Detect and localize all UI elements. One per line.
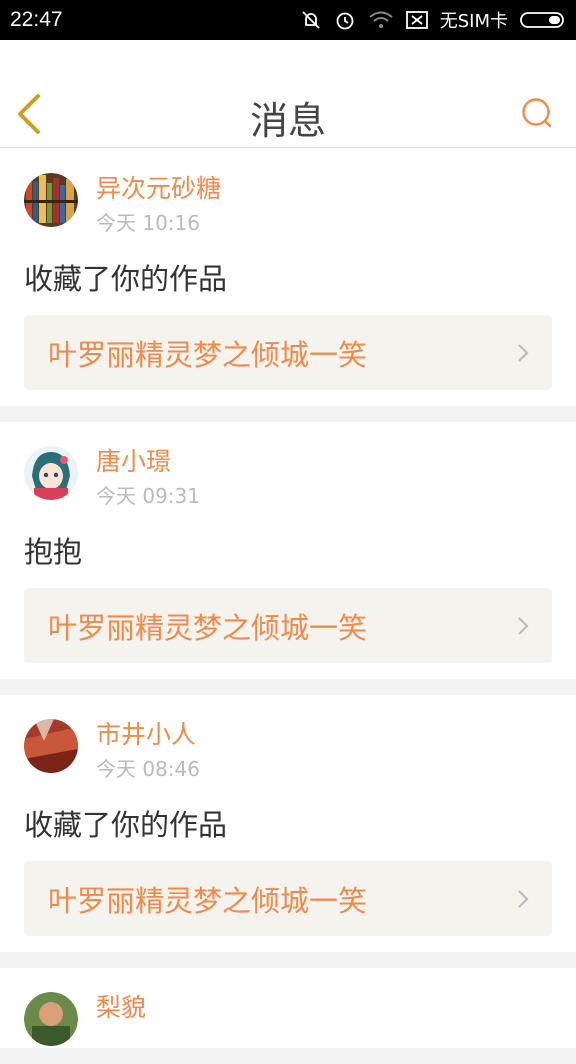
page-title: 消息 [249,99,326,143]
avatar[interactable] [24,992,78,1046]
status-bar: 22:47 无SIM卡 [0,0,576,40]
wifi-icon [369,11,393,28]
mute-bell-icon [302,11,320,29]
battery-icon [520,12,564,28]
message-list: 异次元砂糖 今天 10:16 收藏了你的作品 叶罗丽精灵梦之倾城一笑 唐小璟 今… [0,149,576,1064]
message-time: 今天 09:31 [96,484,200,508]
message-item: 市井小人 今天 08:46 收藏了你的作品 叶罗丽精灵梦之倾城一笑 [0,695,576,952]
no-sim-icon [405,11,428,29]
sender-name[interactable]: 异次元砂糖 [96,171,221,207]
sender-name[interactable]: 唐小璟 [96,444,200,480]
message-time: 今天 08:46 [96,757,200,781]
message-item: 梨貌 [0,968,576,1048]
work-title: 叶罗丽精灵梦之倾城一笑 [48,337,368,372]
sender-name[interactable]: 梨貌 [96,990,146,1026]
message-text: 抱抱 [24,535,83,569]
message-item: 唐小璟 今天 09:31 抱抱 叶罗丽精灵梦之倾城一笑 [0,422,576,679]
app-header: 消息 [0,40,576,148]
status-time: 22:47 [10,8,63,31]
message-time: 今天 10:16 [96,211,200,235]
chevron-right-icon [518,889,529,908]
chevron-right-icon [518,343,529,362]
avatar[interactable] [24,173,78,227]
work-title: 叶罗丽精灵梦之倾城一笑 [48,610,368,645]
avatar[interactable] [24,446,78,500]
chevron-right-icon [518,616,529,635]
avatar[interactable] [24,719,78,773]
message-text: 收藏了你的作品 [24,262,228,296]
work-title: 叶罗丽精灵梦之倾城一笑 [48,883,368,918]
work-link[interactable]: 叶罗丽精灵梦之倾城一笑 [24,861,552,936]
work-link[interactable]: 叶罗丽精灵梦之倾城一笑 [24,588,552,663]
alarm-icon [336,12,354,30]
search-icon[interactable] [520,96,554,130]
message-item: 异次元砂糖 今天 10:16 收藏了你的作品 叶罗丽精灵梦之倾城一笑 [0,149,576,406]
message-text: 收藏了你的作品 [24,808,228,842]
sim-status: 无SIM卡 [439,11,508,32]
status-icons: 无SIM卡 [300,7,566,33]
sender-name[interactable]: 市井小人 [96,717,200,753]
work-link[interactable]: 叶罗丽精灵梦之倾城一笑 [24,315,552,390]
